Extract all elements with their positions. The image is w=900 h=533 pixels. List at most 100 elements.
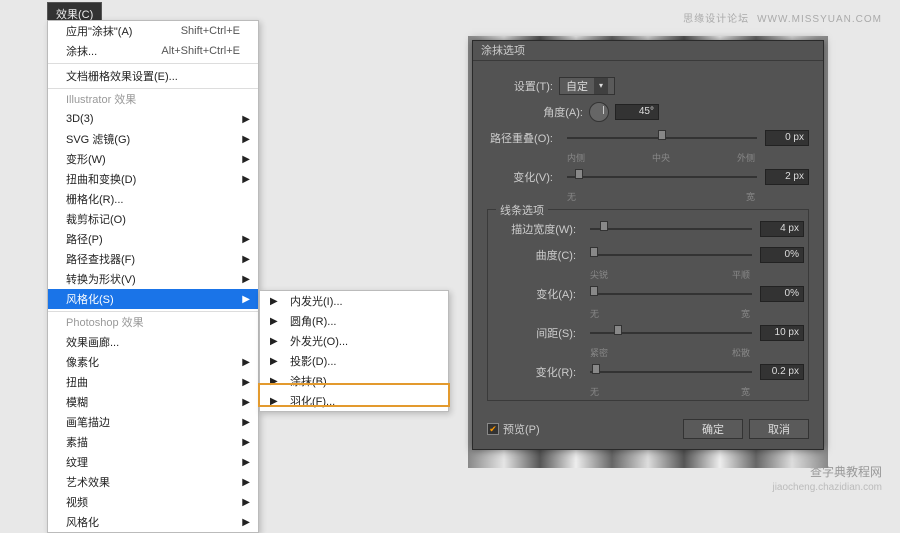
submenu-round-corners[interactable]: ▶圆角(R)... xyxy=(260,311,448,331)
menu-cropmarks[interactable]: 裁剪标记(O) xyxy=(48,209,258,229)
chevron-right-icon: ▶ xyxy=(242,497,250,508)
chevron-right-icon: ▶ xyxy=(242,397,250,408)
watermark-top: 思缘设计论坛WWW.MISSYUAN.COM xyxy=(675,10,882,25)
menu-ps-artistic[interactable]: 艺术效果▶ xyxy=(48,472,258,492)
dialog-title: 涂抹选项 xyxy=(473,41,823,61)
submenu-feather[interactable]: ▶羽化(F)... xyxy=(260,391,448,411)
menu-ps-pixelate[interactable]: 像素化▶ xyxy=(48,352,258,372)
menu-apply[interactable]: 应用"涂抹"(A) Shift+Ctrl+E xyxy=(48,21,258,41)
menu-smear-label: 涂抹... xyxy=(66,43,97,59)
var2-label: 变化(A): xyxy=(492,286,582,302)
chevron-right-icon: ▶ xyxy=(242,154,250,165)
chevron-right-icon: ▶ xyxy=(270,396,278,407)
chevron-right-icon: ▶ xyxy=(242,437,250,448)
stylize-submenu: ▶内发光(I)... ▶圆角(R)... ▶外发光(O)... ▶投影(D)..… xyxy=(259,290,449,412)
var2-input[interactable]: 0% xyxy=(760,286,804,302)
menu-ps-sketch[interactable]: 素描▶ xyxy=(48,432,258,452)
spacing-label: 间距(S): xyxy=(492,325,582,341)
separator xyxy=(48,88,258,89)
submenu-inner-glow[interactable]: ▶内发光(I)... xyxy=(260,291,448,311)
var3-slider[interactable] xyxy=(590,368,752,376)
chevron-right-icon: ▶ xyxy=(270,336,278,347)
width-input[interactable]: 4 px xyxy=(760,221,804,237)
chevron-right-icon: ▶ xyxy=(242,254,250,265)
chevron-right-icon: ▶ xyxy=(242,477,250,488)
menu-ps-gallery[interactable]: 效果画廊... xyxy=(48,332,258,352)
preview-label: 预览(P) xyxy=(503,421,540,437)
watermark-bottom: 查字典教程网 jiaocheng.chazidian.com xyxy=(772,465,882,494)
menu-svg-filter[interactable]: SVG 滤镜(G)▶ xyxy=(48,129,258,149)
menu-stylize[interactable]: 风格化(S)▶ xyxy=(48,289,258,309)
curve-slider[interactable] xyxy=(590,251,752,259)
menu-ps-texture[interactable]: 纹理▶ xyxy=(48,452,258,472)
menu-pathfinder[interactable]: 路径查找器(F)▶ xyxy=(48,249,258,269)
chevron-right-icon: ▶ xyxy=(270,376,278,387)
var3-input[interactable]: 0.2 px xyxy=(760,364,804,380)
var1-label: 变化(V): xyxy=(487,169,559,185)
menu-rasterize[interactable]: 栅格化(R)... xyxy=(48,189,258,209)
separator xyxy=(48,311,258,312)
curve-label: 曲度(C): xyxy=(492,247,582,263)
chevron-right-icon: ▶ xyxy=(242,134,250,145)
effects-menu: 应用"涂抹"(A) Shift+Ctrl+E 涂抹... Alt+Shift+C… xyxy=(47,20,259,533)
submenu-scribble[interactable]: ▶涂抹(B)... xyxy=(260,371,448,391)
cancel-button[interactable]: 取消 xyxy=(749,419,809,439)
chevron-right-icon: ▶ xyxy=(242,114,250,125)
menu-path[interactable]: 路径(P)▶ xyxy=(48,229,258,249)
chevron-right-icon: ▶ xyxy=(242,417,250,428)
menu-doc-raster[interactable]: 文档栅格效果设置(E)... xyxy=(48,66,258,86)
ok-button[interactable]: 确定 xyxy=(683,419,743,439)
chevron-right-icon: ▶ xyxy=(242,274,250,285)
shortcut-label: Shift+Ctrl+E xyxy=(181,25,240,37)
menu-apply-label: 应用"涂抹"(A) xyxy=(66,23,132,39)
width-slider[interactable] xyxy=(590,225,752,233)
preset-select[interactable]: 自定▾ xyxy=(559,77,615,95)
separator xyxy=(48,63,258,64)
spacing-slider[interactable] xyxy=(590,329,752,337)
shortcut-label: Alt+Shift+Ctrl+E xyxy=(161,45,240,57)
chevron-right-icon: ▶ xyxy=(242,377,250,388)
menu-3d[interactable]: 3D(3)▶ xyxy=(48,109,258,129)
overlap-label: 路径重叠(O): xyxy=(487,130,559,146)
curve-input[interactable]: 0% xyxy=(760,247,804,263)
preset-label: 设置(T): xyxy=(487,78,559,94)
menu-ps-blur[interactable]: 模糊▶ xyxy=(48,392,258,412)
line-options-group: 线条选项 描边宽度(W): 4 px 曲度(C): 0% 尖锐平顺 变化(A):… xyxy=(487,209,809,401)
group-legend: 线条选项 xyxy=(496,202,548,218)
chevron-right-icon: ▶ xyxy=(242,517,250,528)
menu-ps-distort[interactable]: 扭曲▶ xyxy=(48,372,258,392)
chevron-right-icon: ▶ xyxy=(270,316,278,327)
menu-distort[interactable]: 扭曲和变换(D)▶ xyxy=(48,169,258,189)
angle-dial[interactable] xyxy=(589,102,609,122)
var3-label: 变化(R): xyxy=(492,364,582,380)
chevron-right-icon: ▶ xyxy=(242,174,250,185)
menu-ps-brush[interactable]: 画笔描边▶ xyxy=(48,412,258,432)
chevron-down-icon: ▾ xyxy=(594,78,608,94)
menu-header-photoshop: Photoshop 效果 xyxy=(48,314,258,332)
overlap-input[interactable]: 0 px xyxy=(765,130,809,146)
menu-ps-video[interactable]: 视频▶ xyxy=(48,492,258,512)
submenu-outer-glow[interactable]: ▶外发光(O)... xyxy=(260,331,448,351)
chevron-right-icon: ▶ xyxy=(242,294,250,305)
chevron-right-icon: ▶ xyxy=(242,457,250,468)
scribble-options-dialog: 涂抹选项 设置(T): 自定▾ 角度(A): 45° 路径重叠(O): 0 px… xyxy=(472,40,824,450)
menu-smear[interactable]: 涂抹... Alt+Shift+Ctrl+E xyxy=(48,41,258,61)
spacing-input[interactable]: 10 px xyxy=(760,325,804,341)
menu-header-illustrator: Illustrator 效果 xyxy=(48,91,258,109)
var1-slider[interactable] xyxy=(567,173,757,181)
overlap-slider[interactable] xyxy=(567,134,757,142)
var1-input[interactable]: 2 px xyxy=(765,169,809,185)
menu-convert-shape[interactable]: 转换为形状(V)▶ xyxy=(48,269,258,289)
width-label: 描边宽度(W): xyxy=(492,221,582,237)
var2-slider[interactable] xyxy=(590,290,752,298)
menu-warp[interactable]: 变形(W)▶ xyxy=(48,149,258,169)
preview-checkbox[interactable]: ✔ xyxy=(487,423,499,435)
chevron-right-icon: ▶ xyxy=(242,357,250,368)
angle-label: 角度(A): xyxy=(517,104,589,120)
chevron-right-icon: ▶ xyxy=(270,356,278,367)
menu-ps-stylize[interactable]: 风格化▶ xyxy=(48,512,258,532)
chevron-right-icon: ▶ xyxy=(270,296,278,307)
submenu-drop-shadow[interactable]: ▶投影(D)... xyxy=(260,351,448,371)
chevron-right-icon: ▶ xyxy=(242,234,250,245)
angle-input[interactable]: 45° xyxy=(615,104,659,120)
